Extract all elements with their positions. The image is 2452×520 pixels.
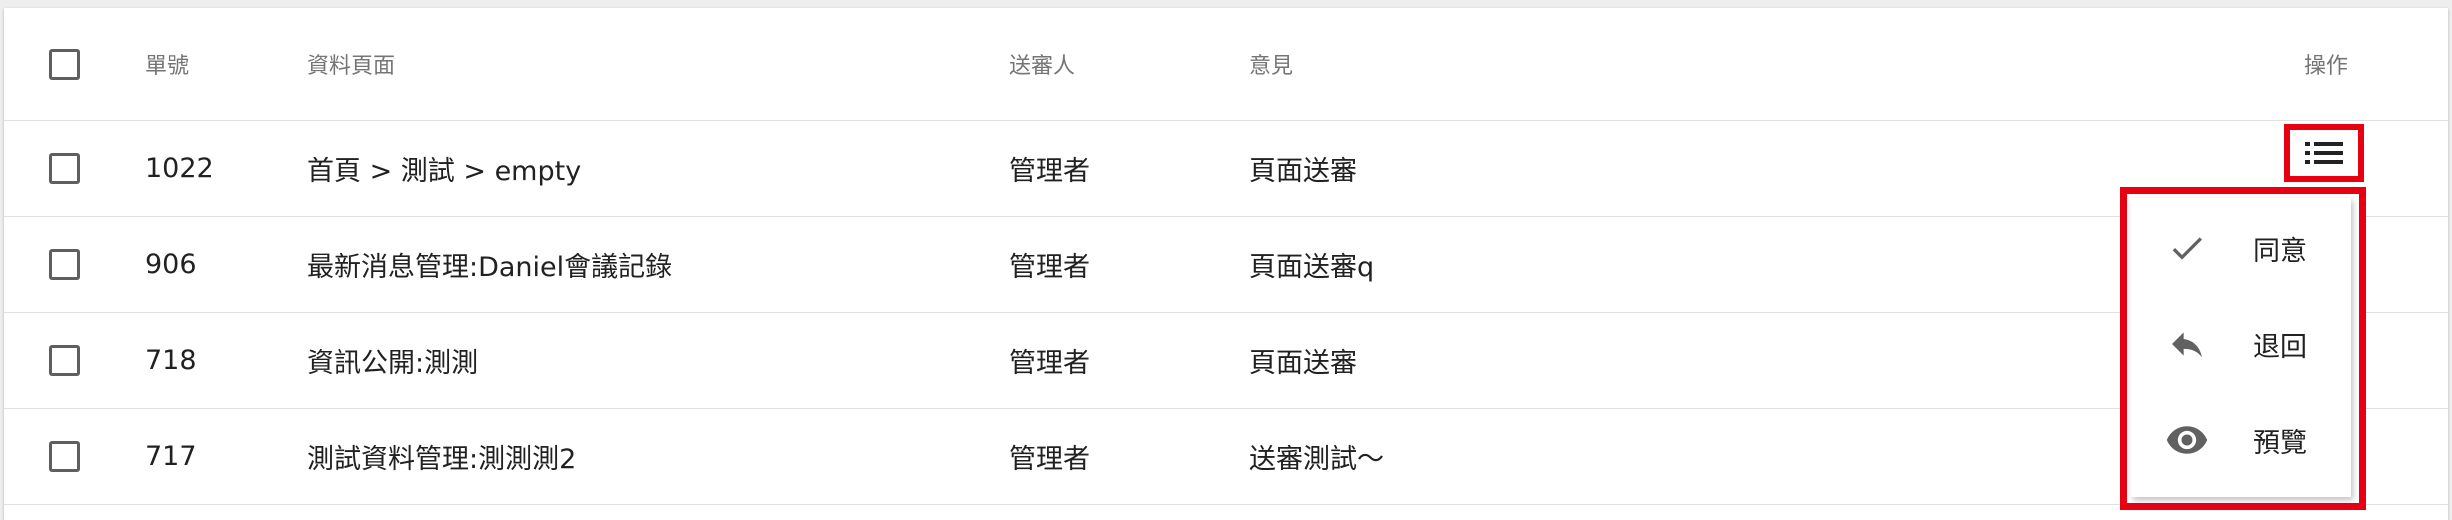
row-page: 首頁 > 測試 > empty [307,156,582,187]
row-page: 資訊公開:測測 [307,348,479,379]
row-checkbox[interactable] [49,345,80,376]
row-sender: 管理者 [1009,444,1090,475]
row-select-cell [49,217,80,312]
row-page: 最新消息管理:Daniel會議記錄 [307,252,673,283]
table-row: 906 最新消息管理:Daniel會議記錄 管理者 頁面送審q [4,217,2448,313]
row-action-menu: 同意 退回 預覽 [2120,187,2366,510]
select-all-checkbox[interactable] [49,48,80,80]
table-row: 1022 首頁 > 測試 > empty 管理者 頁面送審 [4,121,2448,217]
row-id: 718 [145,345,197,376]
row-select-cell [49,409,80,504]
row-comment: 頁面送審q [1249,252,1375,283]
row-comment: 頁面送審 [1249,348,1357,379]
check-icon [2163,224,2211,272]
header-page: 資料頁面 [307,54,396,79]
header-comment: 意見 [1249,54,1294,79]
row-select-cell [49,313,80,408]
row-sender: 管理者 [1009,348,1090,379]
eye-icon [2163,416,2211,464]
menu-item-label: 同意 [2253,235,2307,267]
row-action-menu-button[interactable] [2284,124,2364,182]
menu-item-preview[interactable]: 預覽 [2131,392,2351,488]
row-id: 717 [145,441,197,472]
row-checkbox[interactable] [49,249,80,280]
row-action-menu-panel: 同意 退回 預覽 [2131,198,2351,497]
header-action: 操作 [2304,54,2349,79]
row-sender: 管理者 [1009,156,1090,187]
menu-item-approve[interactable]: 同意 [2131,200,2351,296]
select-all-cell [49,8,80,120]
menu-item-label: 預覽 [2253,427,2307,459]
row-id: 1022 [145,153,214,184]
row-page: 測試資料管理:測測測2 [307,444,577,475]
table-row: 717 測試資料管理:測測測2 管理者 送審測試～ [4,409,2448,505]
row-sender: 管理者 [1009,252,1090,283]
table-row: 718 資訊公開:測測 管理者 頁面送審 [4,313,2448,409]
row-checkbox[interactable] [49,153,80,184]
row-id: 906 [145,249,197,280]
row-comment: 頁面送審 [1249,156,1357,187]
list-icon [2305,142,2343,164]
review-table-card: 單號 資料頁面 送審人 意見 操作 1022 首頁 > 測試 > empty 管… [4,8,2448,520]
row-select-cell [49,121,80,216]
reply-icon [2163,320,2211,368]
row-comment: 送審測試～ [1249,444,1384,475]
header-id: 單號 [145,54,190,79]
menu-item-label: 退回 [2253,331,2307,363]
row-checkbox[interactable] [49,441,80,472]
header-sender: 送審人 [1009,54,1076,79]
menu-item-return[interactable]: 退回 [2131,296,2351,392]
table-header: 單號 資料頁面 送審人 意見 操作 [4,8,2448,121]
